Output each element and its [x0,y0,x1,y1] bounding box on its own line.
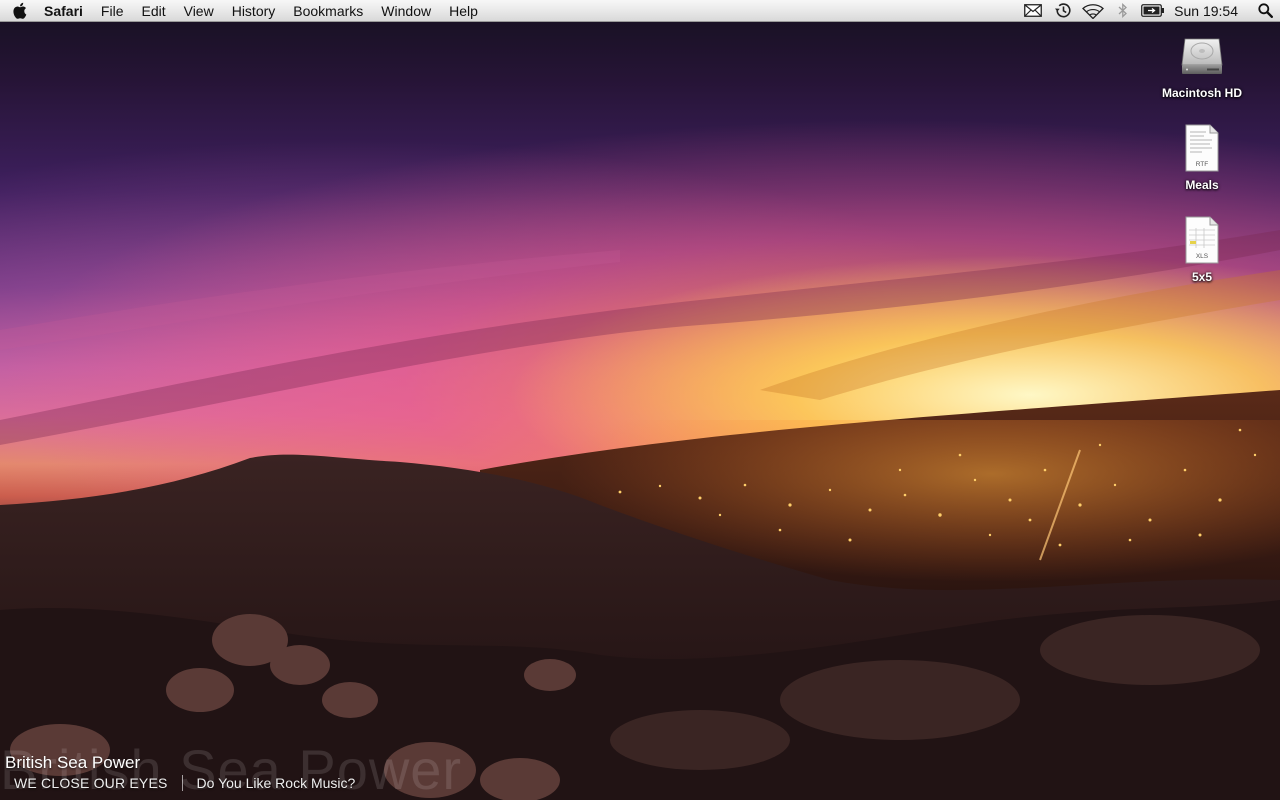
xls-document-icon[interactable]: XLS [1178,214,1226,266]
now-playing-artist: British Sea Power [5,753,141,772]
desktop-icon-macintosh-hd[interactable]: Macintosh HD [1147,30,1257,100]
now-playing-details: WE CLOSE OUR EYES Do You Like Rock Music… [5,775,355,791]
time-machine-icon[interactable] [1048,0,1078,22]
now-playing-album: WE CLOSE OUR EYES [14,775,168,791]
mail-icon[interactable] [1018,0,1048,22]
menu-window[interactable]: Window [372,0,440,22]
menu-history[interactable]: History [223,0,285,22]
spotlight-search-icon[interactable] [1250,0,1280,22]
menu-view[interactable]: View [175,0,223,22]
menu-app-safari[interactable]: Safari [38,0,92,22]
file-badge: RTF [1196,161,1209,168]
desktop-icon-label: 5x5 [1191,270,1213,284]
wifi-icon[interactable] [1078,0,1108,22]
now-playing-track: Do You Like Rock Music? [196,775,356,791]
bluetooth-icon[interactable] [1108,0,1138,22]
menu-file[interactable]: File [92,0,133,22]
menu-help[interactable]: Help [440,0,487,22]
desktop-icon-5x5[interactable]: XLS 5x5 [1147,214,1257,284]
menu-extras: Sun 19:54 [1018,0,1280,22]
menu-clock[interactable]: Sun 19:54 [1168,0,1250,22]
menu-bookmarks[interactable]: Bookmarks [284,0,372,22]
battery-icon[interactable] [1138,0,1168,22]
desktop-wallpaper [0,0,1280,800]
desktop-icon-meals[interactable]: RTF Meals [1147,122,1257,192]
apple-menu-icon[interactable] [0,0,38,22]
file-badge: XLS [1196,253,1209,260]
desktop-icon-label: Meals [1185,178,1219,192]
hard-drive-icon[interactable] [1178,30,1226,82]
menu-bar: Safari File Edit View History Bookmarks … [0,0,1280,22]
rtf-document-icon[interactable]: RTF [1178,122,1226,174]
desktop-icon-label: Macintosh HD [1161,86,1242,100]
now-playing-overlay: British Sea Power WE CLOSE OUR EYES Do Y… [5,753,355,791]
wallpaper-landscape [0,230,1280,800]
menu-edit[interactable]: Edit [132,0,174,22]
